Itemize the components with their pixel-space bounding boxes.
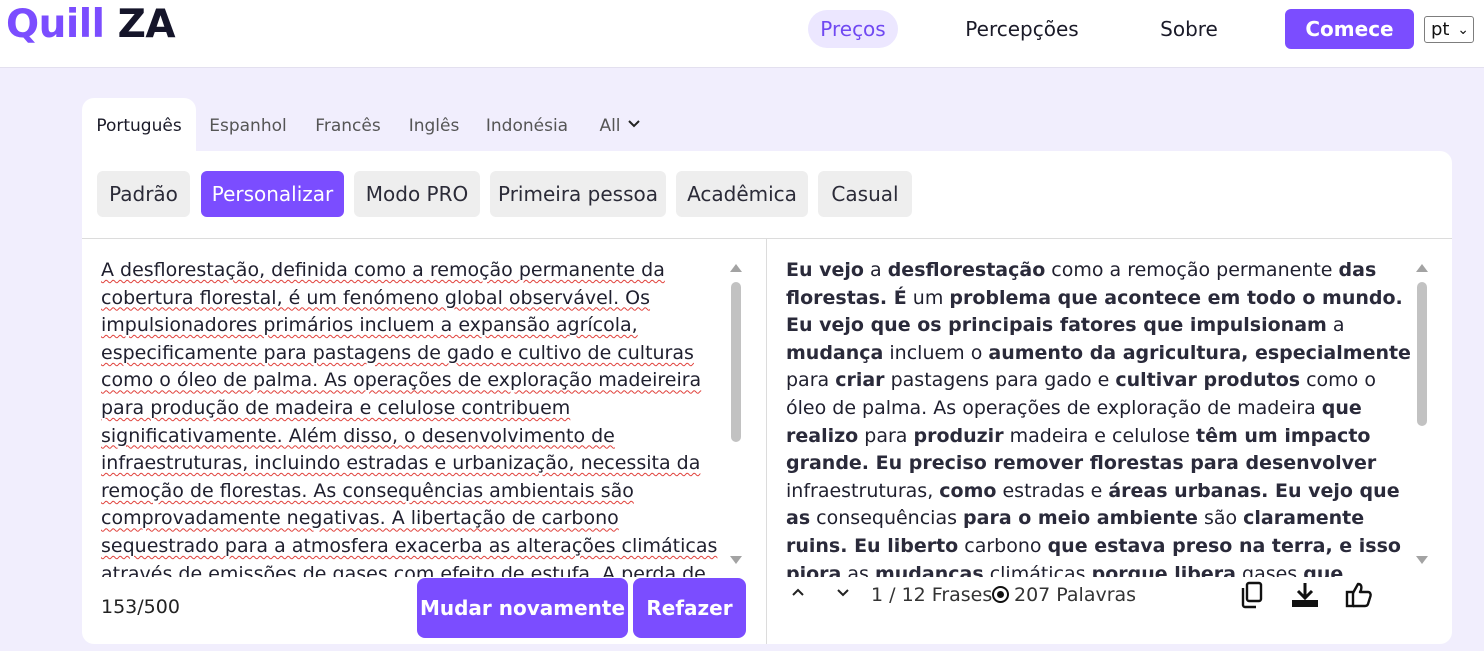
changed-phrase[interactable]: cultivar produtos	[1115, 369, 1300, 391]
chevron-down-icon	[627, 97, 641, 153]
nav-about[interactable]: Sobre	[1150, 10, 1228, 48]
rephrase-again-button[interactable]: Mudar novamente	[417, 578, 628, 638]
brand-logo[interactable]: Quill ZA	[6, 2, 176, 47]
mode-pro[interactable]: Modo PRO	[354, 171, 480, 217]
changed-phrase[interactable]: como	[939, 480, 996, 502]
chevron-down-icon	[837, 589, 849, 597]
copy-icon	[1241, 581, 1263, 609]
tab-spanish[interactable]: Espanhol	[200, 98, 296, 154]
chevron-up-icon	[792, 588, 804, 596]
changed-phrase[interactable]: desflorestação	[888, 259, 1046, 281]
unchanged-phrase: infraestruturas,	[786, 479, 940, 502]
changed-phrase[interactable]: mudanças	[875, 563, 984, 577]
sentence-counter: 1 / 12 Frases	[871, 584, 993, 606]
unchanged-phrase: incluem o	[883, 341, 989, 364]
changed-phrase[interactable]: porque libera	[1092, 563, 1236, 577]
previous-sentence-button[interactable]	[785, 584, 811, 610]
language-select[interactable]: pt ⌄	[1424, 16, 1474, 43]
mode-standard[interactable]: Padrão	[97, 171, 190, 217]
brand-part2: ZA	[117, 2, 176, 47]
word-count-text: 207 Palavras	[1014, 584, 1137, 606]
unchanged-phrase: são	[1197, 507, 1244, 530]
language-select-value: pt	[1431, 19, 1450, 40]
unchanged-phrase: para	[786, 369, 836, 392]
unchanged-phrase: a	[863, 259, 888, 281]
input-scrollbar[interactable]	[730, 264, 742, 566]
changed-phrase[interactable]: mudança	[786, 342, 883, 364]
output-scroll-thumb[interactable]	[1417, 282, 1427, 426]
nav-insights[interactable]: Percepções	[955, 10, 1089, 48]
tab-portuguese[interactable]: Português	[82, 98, 196, 154]
changed-phrase[interactable]: produzir	[913, 425, 1003, 447]
input-text-area[interactable]: A desflorestação, definida como a remoçã…	[101, 257, 729, 577]
mode-casual[interactable]: Casual	[818, 171, 912, 217]
input-text: A desflorestação, definida como a remoçã…	[101, 259, 718, 577]
mode-first-person[interactable]: Primeira pessoa	[490, 171, 666, 217]
divider-vertical	[766, 239, 767, 644]
brand-part1: Quill	[6, 2, 105, 47]
mode-customize[interactable]: Personalizar	[201, 171, 344, 217]
scroll-down-icon[interactable]	[730, 556, 742, 564]
divider-horizontal	[82, 238, 1452, 239]
unchanged-phrase: consequências	[810, 507, 964, 530]
input-scroll-thumb[interactable]	[731, 282, 741, 442]
unchanged-phrase: madeira e celulose	[1003, 424, 1196, 447]
unchanged-phrase: a	[1326, 314, 1345, 337]
tab-english[interactable]: Inglês	[400, 98, 468, 154]
changed-phrase[interactable]: criar	[835, 369, 884, 391]
copy-button[interactable]	[1238, 580, 1268, 610]
like-button[interactable]	[1344, 580, 1374, 610]
radio-icon	[992, 586, 1009, 603]
tab-all-label: All	[599, 116, 621, 136]
mode-academic[interactable]: Acadêmica	[676, 171, 808, 217]
unchanged-phrase: como a remoção permanente	[1045, 259, 1339, 281]
nav-pricing[interactable]: Preços	[808, 10, 898, 48]
scroll-up-icon[interactable]	[1416, 264, 1428, 272]
unchanged-phrase: as	[841, 562, 875, 577]
unchanged-phrase: um	[906, 286, 950, 309]
unchanged-phrase: climáticas	[983, 562, 1092, 577]
output-scrollbar[interactable]	[1416, 264, 1428, 566]
changed-phrase[interactable]: Eu vejo	[786, 259, 864, 281]
unchanged-phrase: carbono	[958, 534, 1048, 557]
unchanged-phrase: gases	[1235, 562, 1304, 577]
tab-all[interactable]: All	[588, 98, 652, 154]
output-text-area: Eu vejo a desflorestação como a remoção …	[786, 257, 1414, 577]
chevron-down-icon: ⌄	[1457, 22, 1469, 38]
unchanged-phrase: estradas e	[996, 479, 1109, 502]
changed-phrase[interactable]: para o meio ambiente	[963, 507, 1198, 529]
changed-phrase[interactable]: aumento da agricultura, especialmente	[988, 342, 1411, 364]
unchanged-phrase: para	[858, 424, 914, 447]
next-sentence-button[interactable]	[830, 584, 856, 610]
tab-indonesian[interactable]: Indonésia	[478, 98, 576, 154]
redo-button[interactable]: Refazer	[633, 578, 746, 638]
top-header: Quill ZA Preços Percepções Sobre Comece …	[0, 0, 1484, 68]
scroll-up-icon[interactable]	[730, 264, 742, 272]
get-started-button[interactable]: Comece	[1285, 9, 1414, 49]
unchanged-phrase: pastagens para gado e	[884, 369, 1116, 392]
scroll-down-icon[interactable]	[1416, 556, 1428, 564]
tab-french[interactable]: Francês	[306, 98, 390, 154]
character-counter: 153/500	[101, 596, 180, 618]
thumbs-up-icon	[1345, 582, 1372, 608]
download-icon	[1292, 583, 1318, 607]
download-button[interactable]	[1290, 580, 1320, 610]
word-counter: 207 Palavras	[992, 584, 1136, 606]
